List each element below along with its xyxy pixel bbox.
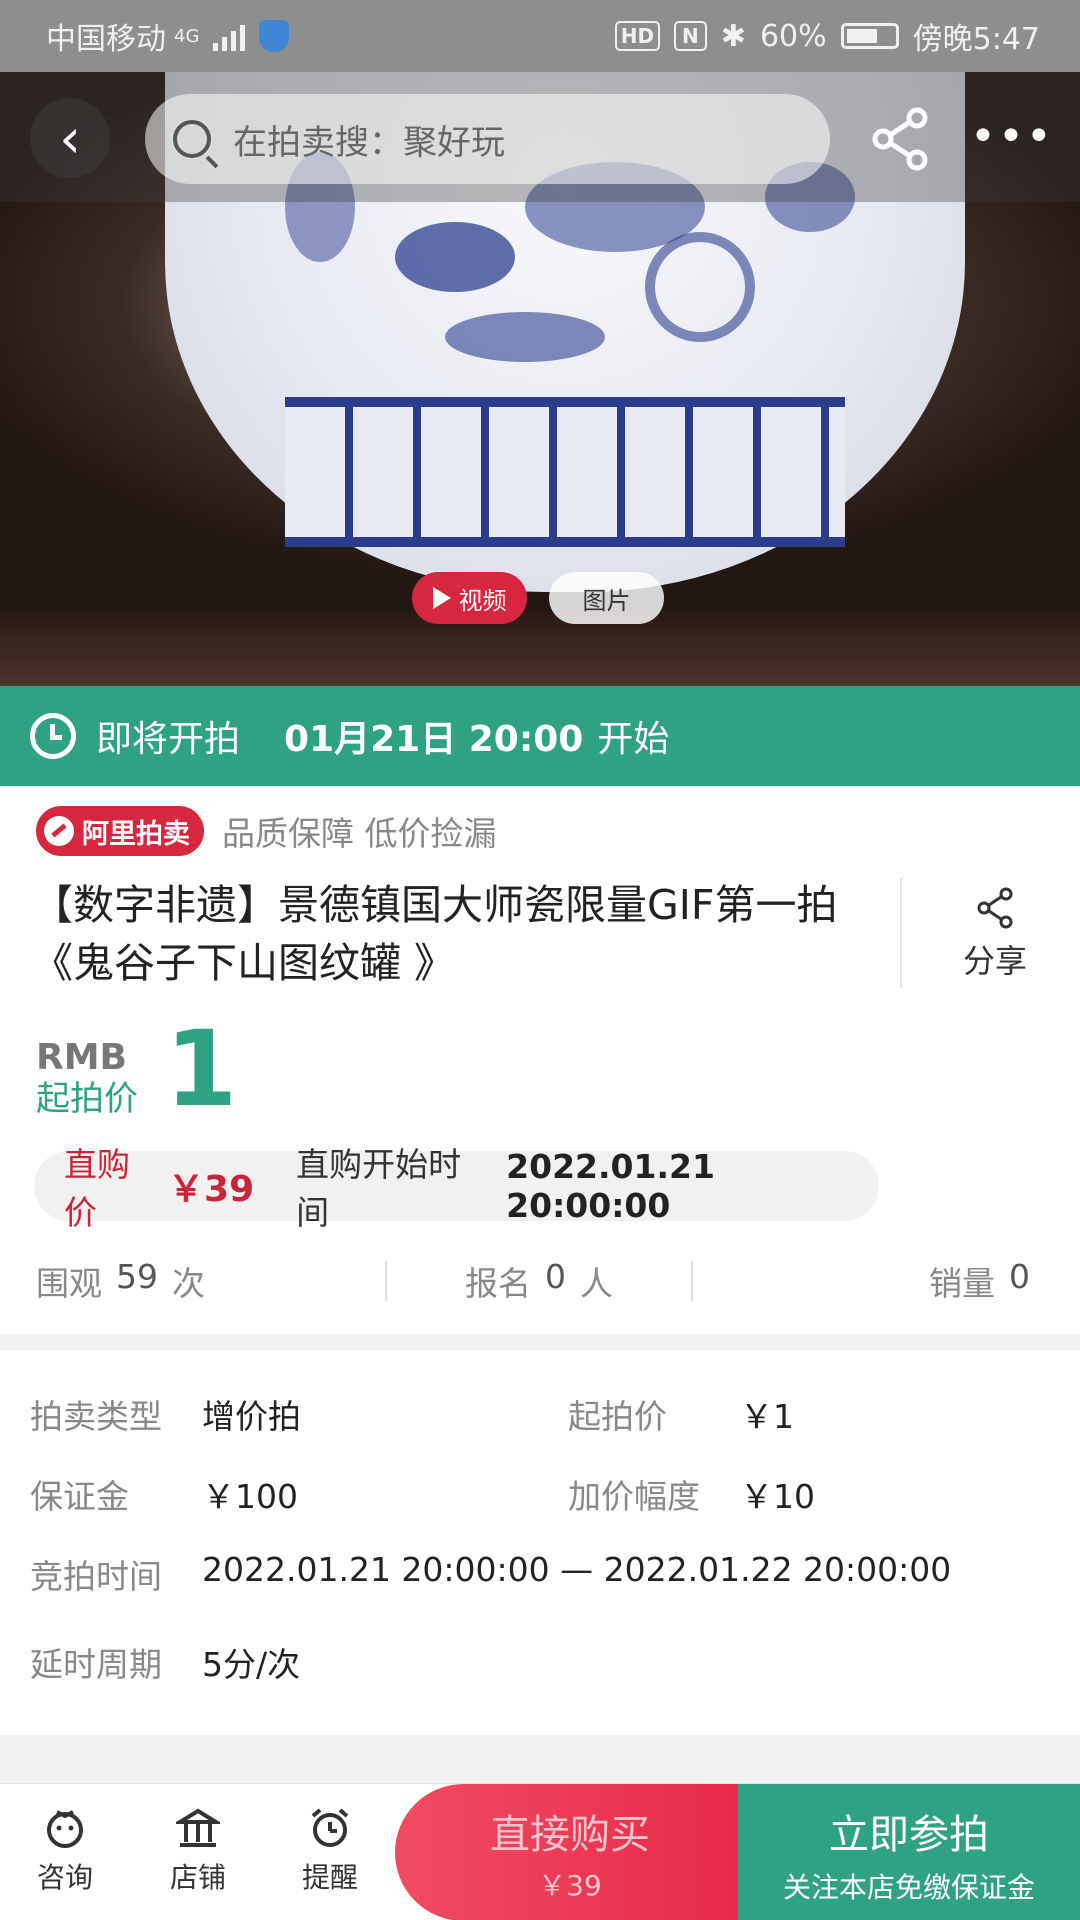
network-type: 4G xyxy=(174,25,200,47)
start-price: 1 xyxy=(165,1008,238,1130)
direct-buy-info: 直购价 ￥39 直购开始时间 2022.01.21 20:00:00 xyxy=(34,1145,879,1232)
auction-type-label: 拍卖类型 xyxy=(30,1397,162,1436)
gavel-icon xyxy=(44,816,74,846)
share-icon xyxy=(977,887,1013,929)
views-label: 围观 xyxy=(36,1264,102,1303)
auction-type-row: 拍卖类型 增价拍 xyxy=(30,1390,301,1438)
product-title: 【数字非遗】景德镇国大师瓷限量GIF第一拍《鬼谷子下山图纹罐 》 xyxy=(32,881,838,987)
video-tab-label: 视频 xyxy=(458,586,507,615)
views-count: 59 xyxy=(116,1257,158,1296)
signal-icon xyxy=(213,21,246,51)
remind-button[interactable]: 提醒 xyxy=(280,1806,380,1896)
increment-row: 加价幅度 ￥10 xyxy=(568,1470,815,1518)
bid-time-value: 2022.01.21 20:00:00 — 2022.01.22 20:00:0… xyxy=(202,1550,952,1589)
buy-now-price: ￥39 xyxy=(538,1869,602,1902)
buy-start-label: 直购开始时间 xyxy=(296,1145,462,1232)
product-info: 阿里拍卖 品质保障 低价捡漏 【数字非遗】景德镇国大师瓷限量GIF第一拍《鬼谷子… xyxy=(0,786,1080,1334)
play-icon xyxy=(432,587,451,609)
delay-row: 延时周期 5分/次 xyxy=(30,1638,300,1686)
auction-start-suffix: 开始 xyxy=(597,719,670,760)
search-bar[interactable]: 在拍卖搜：聚好玩 xyxy=(145,94,830,184)
sales-stat: 销量 0 xyxy=(929,1257,1030,1305)
bottom-action-bar: 咨询 店铺 提醒 直接购买 ￥39 立即参拍 关注本店免缴保证金 xyxy=(0,1783,1080,1920)
views-stat: 围观 59 次 xyxy=(36,1257,205,1305)
quality-slogan: 品质保障 低价捡漏 xyxy=(222,814,497,853)
buy-price-label: 直购价 xyxy=(64,1145,130,1232)
auction-type-value: 增价拍 xyxy=(202,1397,301,1436)
deposit-row: 保证金 ￥100 xyxy=(30,1470,298,1518)
signup-stat: 报名 0 人 xyxy=(465,1257,613,1305)
hd-icon: HD xyxy=(614,21,661,51)
signup-count: 0 xyxy=(545,1257,566,1296)
image-tab-label: 图片 xyxy=(582,586,631,615)
delay-label: 延时周期 xyxy=(30,1645,162,1684)
search-placeholder: 在拍卖搜：聚好玩 xyxy=(233,122,505,163)
join-bid-sublabel: 关注本店免缴保证金 xyxy=(782,1871,1035,1904)
start-price-row: 起拍价 ￥1 xyxy=(568,1390,794,1438)
share-icon[interactable] xyxy=(865,104,935,174)
shop-label: 店铺 xyxy=(169,1861,226,1894)
media-switch: 视频 图片 xyxy=(412,572,664,624)
battery-percent: 60% xyxy=(759,18,827,54)
join-bid-button[interactable]: 立即参拍 关注本店免缴保证金 xyxy=(738,1784,1080,1920)
consult-button[interactable]: 咨询 xyxy=(15,1806,115,1896)
clock-time: 傍晚5:47 xyxy=(912,22,1040,57)
more-options-icon[interactable]: ••• xyxy=(970,102,1052,182)
chat-bubble-icon xyxy=(47,1810,83,1848)
bluetooth-icon: ✱ xyxy=(720,18,746,54)
start-price-label: 起拍价 xyxy=(36,1079,138,1119)
nfc-icon: N xyxy=(674,21,707,51)
auction-details: 拍卖类型 增价拍 起拍价 ￥1 保证金 ￥100 加价幅度 ￥10 竞拍时间 2… xyxy=(0,1350,1080,1735)
increment-label: 加价幅度 xyxy=(568,1477,700,1516)
status-bar: 中国移动 4G HD N ✱ 60% 傍晚5:47 xyxy=(0,0,1080,72)
deposit-label: 保证金 xyxy=(30,1477,129,1516)
battery-icon xyxy=(840,23,899,49)
top-nav: ‹ 在拍卖搜：聚好玩 ••• xyxy=(0,72,1080,202)
clock-icon xyxy=(30,713,76,759)
buy-start-time: 2022.01.21 20:00:00 xyxy=(506,1147,715,1225)
signup-unit: 人 xyxy=(580,1264,613,1303)
sales-count: 0 xyxy=(1009,1257,1030,1296)
stats-row: 围观 59 次 报名 0 人 销量 0 xyxy=(0,1241,1080,1321)
signup-label: 报名 xyxy=(465,1264,531,1303)
remind-label: 提醒 xyxy=(301,1861,358,1894)
auction-countdown-banner: 即将开拍 01月21日 20:00 开始 xyxy=(0,686,1080,786)
search-icon xyxy=(173,120,211,158)
carrier-name: 中国移动 xyxy=(46,22,166,57)
share-button[interactable]: 分享 xyxy=(940,886,1050,982)
deposit-value: ￥100 xyxy=(202,1477,298,1516)
buy-now-button[interactable]: 直接购买 ￥39 xyxy=(395,1784,745,1920)
buy-price: ￥39 xyxy=(168,1169,255,1210)
share-label: 分享 xyxy=(962,942,1027,980)
ali-auction-badge-label: 阿里拍卖 xyxy=(82,818,190,850)
divider xyxy=(900,878,902,988)
divider xyxy=(385,1261,387,1301)
detail-start-price-label: 起拍价 xyxy=(568,1397,667,1436)
bid-time-label: 竞拍时间 xyxy=(30,1557,162,1596)
image-tab[interactable]: 图片 xyxy=(549,572,664,624)
delay-value: 5分/次 xyxy=(202,1645,301,1684)
consult-label: 咨询 xyxy=(36,1861,93,1894)
bid-time-row: 竞拍时间 2022.01.21 20:00:00 — 2022.01.22 20… xyxy=(30,1550,951,1598)
buy-now-label: 直接购买 xyxy=(490,1812,650,1858)
auction-start-time: 01月21日 20:00 xyxy=(284,719,584,760)
video-tab[interactable]: 视频 xyxy=(412,572,527,624)
divider xyxy=(691,1261,693,1301)
security-shield-icon xyxy=(259,20,290,52)
currency-label: RMB xyxy=(36,1037,127,1078)
views-unit: 次 xyxy=(172,1264,205,1303)
join-bid-label: 立即参拍 xyxy=(829,1812,989,1858)
detail-start-price-value: ￥1 xyxy=(740,1397,794,1436)
increment-value: ￥10 xyxy=(740,1477,815,1516)
ali-auction-badge: 阿里拍卖 xyxy=(36,806,204,856)
back-button[interactable]: ‹ xyxy=(30,98,110,178)
sales-label: 销量 xyxy=(929,1264,995,1303)
shop-icon xyxy=(176,1808,220,1847)
alarm-clock-icon xyxy=(311,1808,349,1847)
shop-button[interactable]: 店铺 xyxy=(148,1806,248,1896)
auction-status: 即将开拍 xyxy=(96,719,241,760)
